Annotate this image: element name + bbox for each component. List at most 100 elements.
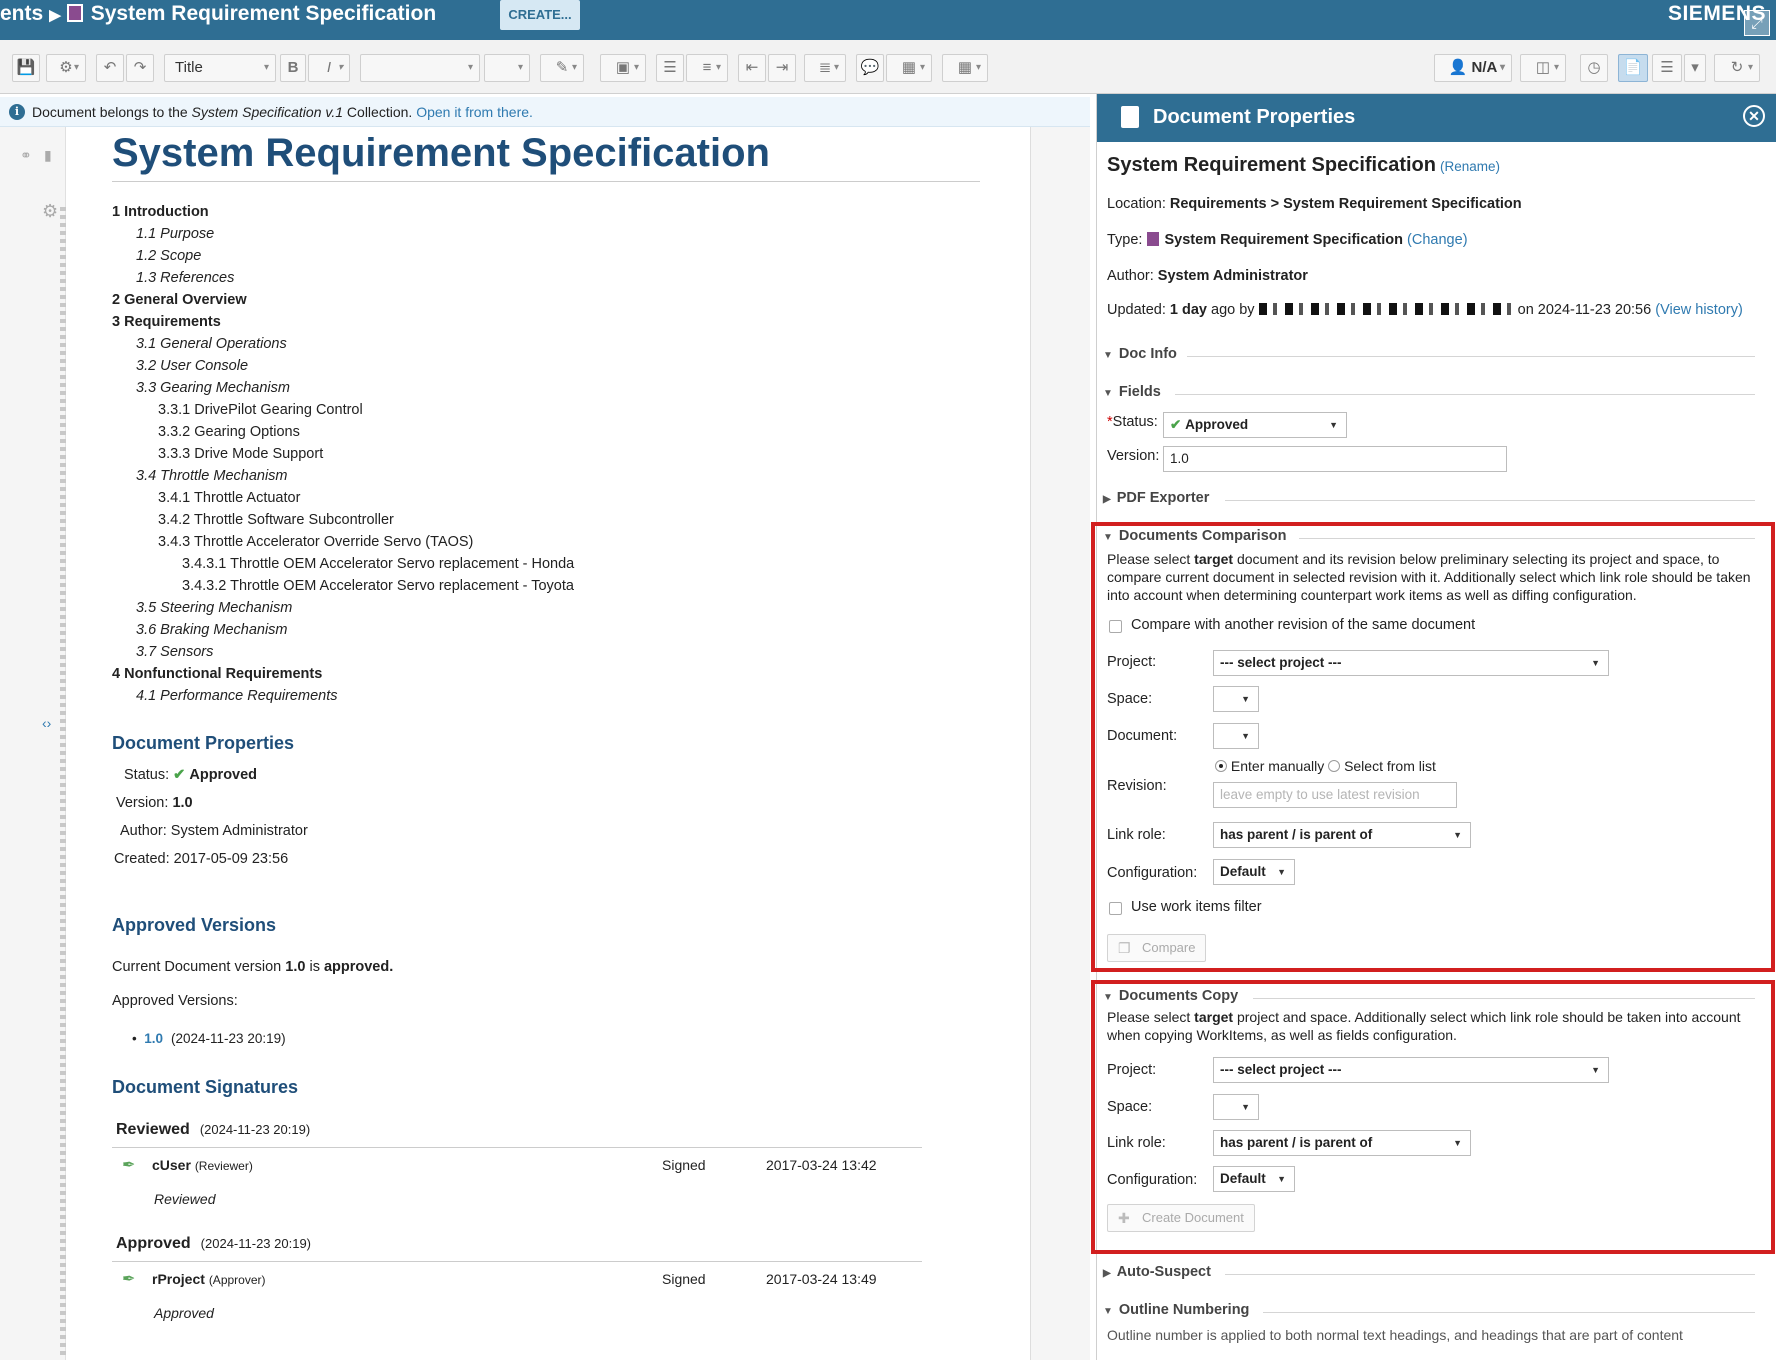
- align-icon[interactable]: ≣ ▾: [804, 54, 846, 82]
- columns-icon[interactable]: ◫ ▾: [1520, 54, 1566, 82]
- view-menu-icon[interactable]: ▾: [1684, 54, 1706, 82]
- link-icon[interactable]: ⚭: [20, 147, 32, 164]
- save-icon[interactable]: 💾: [12, 54, 40, 82]
- toc-item[interactable]: 3.3.2 Gearing Options: [112, 421, 812, 443]
- history-icon[interactable]: ◷: [1580, 54, 1608, 82]
- outline-icon[interactable]: ☰: [1652, 54, 1682, 82]
- refresh-icon[interactable]: ↻ ▾: [1714, 54, 1760, 82]
- signer-role: (Approver): [208, 1273, 266, 1287]
- toc-item[interactable]: 3.3.3 Drive Mode Support: [112, 443, 812, 465]
- section-fields[interactable]: ▼ Fields: [1103, 384, 1763, 404]
- signature-state: Signed: [662, 1157, 706, 1173]
- location-label: Location:: [1107, 196, 1166, 212]
- toc-item[interactable]: 4 Nonfunctional Requirements: [112, 663, 812, 685]
- toc-item[interactable]: 3.3.1 DrivePilot Gearing Control: [112, 399, 812, 421]
- document-signatures-heading: Document Signatures: [112, 1077, 299, 1097]
- document-properties-heading: Document Properties: [112, 733, 295, 753]
- highlight-documents-comparison: [1091, 522, 1775, 972]
- section-auto-suspect[interactable]: ▶ Auto-Suspect: [1103, 1264, 1763, 1284]
- eraser-icon[interactable]: ✎ ▾: [540, 54, 584, 82]
- toc-item[interactable]: 1.3 References: [112, 267, 812, 289]
- fullscreen-icon[interactable]: ⤢: [1744, 10, 1770, 36]
- toc-item[interactable]: 2 General Overview: [112, 289, 812, 311]
- checkmark-icon: ✔: [1170, 417, 1182, 432]
- indent-icon[interactable]: ⇥: [768, 54, 796, 82]
- section-pdf-exporter[interactable]: ▶ PDF Exporter: [1103, 490, 1763, 510]
- image-icon[interactable]: ▦ ▾: [886, 54, 932, 82]
- toc-item[interactable]: 1.2 Scope: [112, 245, 812, 267]
- toc-item[interactable]: 3.4.3.1 Throttle OEM Accelerator Servo r…: [112, 553, 812, 575]
- section-outline-numbering[interactable]: ▼ Outline Numbering: [1103, 1302, 1763, 1322]
- undo-icon[interactable]: ↶: [96, 54, 124, 82]
- updated-label: Updated:: [1107, 302, 1166, 318]
- open-collection-link[interactable]: Open it from there.: [416, 104, 533, 120]
- redo-icon[interactable]: ↷: [126, 54, 154, 82]
- type-value: System Requirement Specification: [1164, 232, 1404, 248]
- toc-item[interactable]: 3.4.3.2 Throttle OEM Accelerator Servo r…: [112, 575, 812, 597]
- numbered-list-icon[interactable]: ☰: [656, 54, 684, 82]
- bold-button[interactable]: B: [280, 54, 306, 82]
- status-label: *Status:: [1107, 414, 1158, 430]
- section-title: Auto-Suspect: [1116, 1264, 1211, 1280]
- toc-item[interactable]: 3.3 Gearing Mechanism: [112, 377, 812, 399]
- gear-icon[interactable]: ⚙ ▾: [46, 54, 86, 82]
- bookmark-icon[interactable]: ▮: [44, 147, 52, 164]
- toc-item[interactable]: 3.4.3 Throttle Accelerator Override Serv…: [112, 531, 812, 553]
- code-icon[interactable]: ‹›: [42, 715, 51, 731]
- redacted-user: [1258, 303, 1514, 315]
- version-label: Version:: [116, 795, 169, 811]
- user-select[interactable]: 👤 N/A ▾: [1434, 54, 1512, 82]
- document-icon: [1121, 106, 1139, 128]
- comment-icon[interactable]: 💬: [856, 54, 884, 82]
- section-doc-info[interactable]: ▼ Doc Info: [1103, 346, 1763, 366]
- toc-item[interactable]: 3 Requirements: [112, 311, 812, 333]
- approved-versions-label: Approved Versions:: [112, 993, 238, 1009]
- status-label-text: Status:: [1112, 414, 1158, 430]
- toc-item[interactable]: 3.4 Throttle Mechanism: [112, 465, 812, 487]
- version-field[interactable]: 1.0: [1163, 446, 1507, 472]
- gear-icon[interactable]: ⚙: [42, 201, 58, 222]
- left-gutter: ⚭ ▮ ⚙ ‹›: [0, 127, 66, 1360]
- toc-item[interactable]: 4.1 Performance Requirements: [112, 685, 812, 707]
- create-button[interactable]: CREATE...: [500, 0, 580, 30]
- view-history-link[interactable]: View history: [1660, 302, 1738, 318]
- version-row: Version: 1.0: [116, 795, 193, 811]
- current-version-state: approved.: [323, 959, 394, 975]
- info-text: Document belongs to the: [32, 104, 192, 120]
- divider: [112, 181, 980, 182]
- type-row: Type: System Requirement Specification (…: [1107, 232, 1468, 248]
- toc-item[interactable]: 1.1 Purpose: [112, 223, 812, 245]
- change-type-link[interactable]: Change: [1412, 232, 1463, 248]
- collection-info-bar: i Document belongs to the System Specifi…: [0, 97, 1090, 127]
- location-separator: >: [1270, 196, 1280, 212]
- table-icon[interactable]: ▦ ▾: [942, 54, 988, 82]
- status-select[interactable]: ✔ Approved ▼: [1163, 412, 1347, 438]
- insert-icon[interactable]: ▣ ▾: [600, 54, 646, 82]
- document-properties-icon[interactable]: 📄: [1618, 54, 1648, 82]
- outdent-icon[interactable]: ⇤: [738, 54, 766, 82]
- toc-item[interactable]: 3.7 Sensors: [112, 641, 812, 663]
- toc-item[interactable]: 3.5 Steering Mechanism: [112, 597, 812, 619]
- toc-item[interactable]: 3.6 Braking Mechanism: [112, 619, 812, 641]
- breadcrumb-parent[interactable]: ents: [0, 2, 43, 25]
- toc-item[interactable]: 3.2 User Console: [112, 355, 812, 377]
- updated-ago: ago by: [1211, 302, 1255, 318]
- close-icon[interactable]: ✕: [1743, 105, 1765, 127]
- toc-item[interactable]: 3.4.2 Throttle Software Subcontroller: [112, 509, 812, 531]
- toc-item[interactable]: 3.1 General Operations: [112, 333, 812, 355]
- size-select[interactable]: ▾: [484, 54, 530, 82]
- approved-version-link[interactable]: 1.0: [144, 1031, 163, 1046]
- section-title: Doc Info: [1118, 346, 1177, 362]
- bullet-list-icon[interactable]: ≡ ▾: [686, 54, 728, 82]
- toc-item[interactable]: 3.4.1 Throttle Actuator: [112, 487, 812, 509]
- document-body: System Requirement Specification 1 Intro…: [66, 127, 1030, 1360]
- toc-item[interactable]: 1 Introduction: [112, 201, 812, 223]
- location-root[interactable]: Requirements: [1170, 196, 1267, 212]
- location-row: Location: Requirements > System Requirem…: [1107, 196, 1522, 212]
- signature-row: ✒ rProject (Approver) Signed 2017-03-24 …: [122, 1271, 922, 1293]
- style-select[interactable]: Title ▾: [164, 54, 276, 82]
- italic-button[interactable]: I ▾: [308, 54, 350, 82]
- font-select[interactable]: ▾: [360, 54, 480, 82]
- document-title: System Requirement Specification: [112, 131, 770, 175]
- rename-link[interactable]: Rename: [1445, 159, 1496, 174]
